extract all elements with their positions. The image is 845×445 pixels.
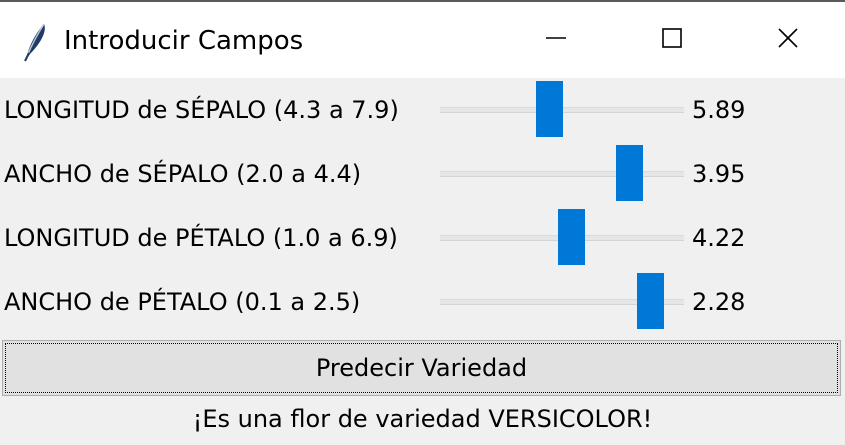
- maximize-icon: [661, 27, 683, 53]
- minimize-button[interactable]: [498, 2, 614, 78]
- slider-row-petal-width: ANCHO de PÉTALO (0.1 a 2.5) 2.28: [0, 270, 845, 334]
- close-button[interactable]: [730, 2, 845, 78]
- feather-icon: [20, 20, 50, 62]
- slider-row-sepal-width: ANCHO de SÉPALO (2.0 a 4.4) 3.95: [0, 142, 845, 206]
- close-icon: [777, 27, 799, 53]
- slider-thumb[interactable]: [536, 81, 563, 137]
- window-title: Introducir Campos: [64, 26, 304, 56]
- slider-label: LONGITUD de SÉPALO (4.3 a 7.9): [4, 96, 399, 124]
- slider-value: 3.95: [692, 160, 746, 188]
- slider-value: 2.28: [692, 288, 746, 316]
- slider-label: ANCHO de PÉTALO (0.1 a 2.5): [4, 288, 361, 316]
- predict-button[interactable]: Predecir Variedad: [2, 340, 841, 396]
- slider-label: ANCHO de SÉPALO (2.0 a 4.4): [4, 160, 362, 188]
- slider-label: LONGITUD de PÉTALO (1.0 a 6.9): [4, 224, 398, 252]
- slider-thumb[interactable]: [558, 209, 585, 265]
- maximize-button[interactable]: [614, 2, 730, 78]
- slider-value: 4.22: [692, 224, 746, 252]
- slider-row-petal-length: LONGITUD de PÉTALO (1.0 a 6.9) 4.22: [0, 206, 845, 270]
- slider-value: 5.89: [692, 96, 746, 124]
- slider-row-sepal-length: LONGITUD de SÉPALO (4.3 a 7.9) 5.89: [0, 78, 845, 142]
- slider-thumb[interactable]: [637, 273, 664, 329]
- minimize-icon: [545, 27, 567, 53]
- slider-track[interactable]: [440, 171, 684, 177]
- slider-thumb[interactable]: [616, 145, 643, 201]
- title-bar[interactable]: Introducir Campos: [0, 0, 845, 78]
- predict-button-label: Predecir Variedad: [5, 343, 838, 393]
- result-text: ¡Es una flor de variedad VERSICOLOR!: [192, 405, 653, 433]
